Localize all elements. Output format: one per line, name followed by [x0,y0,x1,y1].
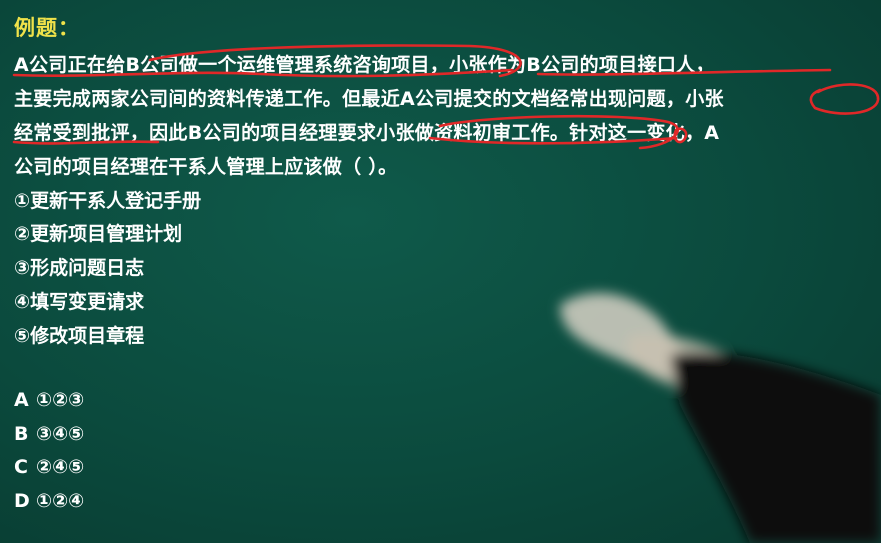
option-value: ①②③ [36,389,85,411]
circle-stroke-2 [809,83,880,115]
statement-item-1: ①更新干系人登记手册 [14,190,202,212]
option-letter: A [14,389,29,411]
statement-item-5: ⑤修改项目章程 [14,325,145,347]
question-line-4: 公司的项目经理在干系人管理上应该做（ ）。 [14,156,398,178]
answer-option-c[interactable]: C ②④⑤ [14,456,84,478]
statement-item-2: ②更新项目管理计划 [14,223,183,245]
option-value: ②④⑤ [36,456,85,478]
statement-item-4: ④填写变更请求 [14,291,145,313]
answer-option-d[interactable]: D ①②④ [14,490,84,512]
option-value: ③④⑤ [36,423,85,445]
option-letter: B [14,423,29,445]
question-line-1: A公司正在给B公司做一个运维管理系统咨询项目，小张作为B公司的项目接口人， [14,54,715,76]
option-letter: C [14,456,28,478]
answer-option-b[interactable]: B ③④⑤ [14,423,84,445]
presenter-hand [560,293,881,543]
option-value: ①②④ [36,490,85,512]
question-line-2: 主要完成两家公司间的资料传递工作。但最近A公司提交的文档经常出现问题，小张 [14,88,724,110]
option-letter: D [14,490,30,512]
statement-item-3: ③形成问题日志 [14,257,145,279]
answer-option-a[interactable]: A ①②③ [14,389,84,411]
chalkboard: 例题： A公司正在给B公司做一个运维管理系统咨询项目，小张作为B公司的项目接口人… [0,0,881,543]
question-line-3: 经常受到批评，因此B公司的项目经理要求小张做资料初审工作。针对这一变化，A [14,122,720,144]
example-title: 例题： [14,16,80,40]
